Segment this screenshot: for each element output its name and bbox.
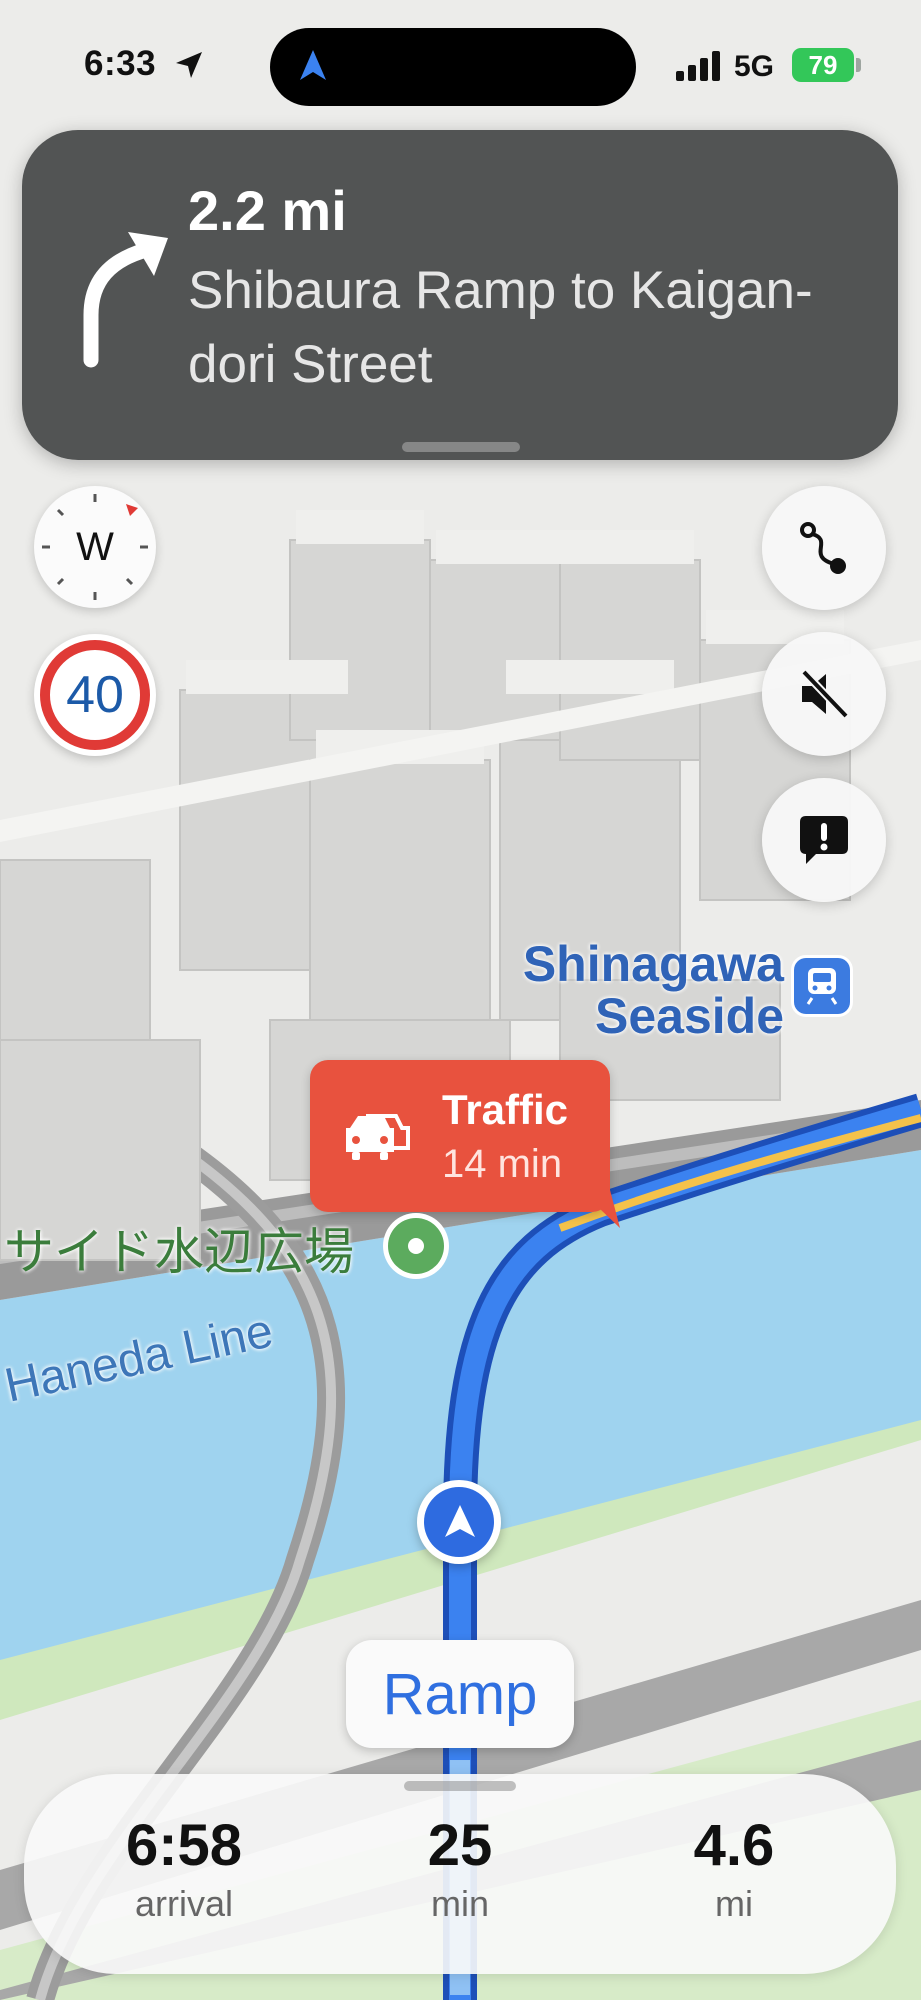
traffic-callout-pointer bbox=[580, 1190, 620, 1228]
navigation-arrow-icon bbox=[300, 50, 326, 80]
compass-heading: W bbox=[76, 524, 114, 569]
train-glyph-icon bbox=[806, 968, 838, 1005]
trip-summary-tray[interactable]: 6:58 arrival 25 min 4.6 mi bbox=[24, 1774, 896, 1974]
duration-value: 25 bbox=[427, 1813, 493, 1878]
next-road-badge: Ramp bbox=[346, 1640, 574, 1748]
arrival-time: 6:58 bbox=[125, 1813, 243, 1878]
maneuver-instruction: Shibaura Ramp to Kaigan-dori Street bbox=[188, 261, 813, 394]
battery-cap bbox=[856, 58, 861, 72]
duration-unit: min bbox=[430, 1883, 489, 1924]
train-station-icon[interactable] bbox=[794, 958, 850, 1014]
maneuver-banner[interactable]: 2.2 mi Shibaura Ramp to Kaigan-dori Stre… bbox=[22, 130, 898, 460]
cellular-signal-icon bbox=[676, 51, 720, 81]
duration-stat: 25 min bbox=[360, 1812, 560, 1925]
user-location-puck bbox=[417, 1480, 501, 1564]
tray-grabber[interactable] bbox=[404, 1781, 516, 1791]
location-arrow-icon bbox=[176, 52, 202, 78]
traffic-callout[interactable]: Traffic 14 min bbox=[310, 1060, 610, 1212]
route-icon bbox=[800, 522, 846, 574]
distance-value: 4.6 bbox=[693, 1813, 775, 1878]
heading-arrow-icon bbox=[445, 1505, 475, 1537]
arrival-label: arrival bbox=[134, 1883, 233, 1924]
speed-limit-value: 40 bbox=[66, 666, 124, 724]
compass-button[interactable]: W bbox=[34, 486, 156, 608]
network-type: 5G bbox=[734, 50, 775, 83]
turn-right-arrow-icon bbox=[83, 232, 168, 368]
station-label[interactable]: Shinagawa Seaside bbox=[500, 938, 784, 1042]
status-time: 6:33 bbox=[84, 44, 157, 83]
speaker-muted-icon bbox=[801, 669, 849, 719]
report-issue-icon bbox=[800, 816, 848, 864]
banner-grabber[interactable] bbox=[402, 442, 520, 452]
park-label[interactable]: サイド水辺広場 bbox=[4, 1212, 354, 1284]
speed-limit-ring: 40 bbox=[40, 640, 150, 750]
dynamic-island[interactable] bbox=[270, 28, 636, 106]
route-overview-button[interactable] bbox=[762, 486, 886, 610]
traffic-title: Traffic bbox=[442, 1086, 569, 1133]
distance-stat: 4.6 mi bbox=[634, 1812, 834, 1925]
status-bar: 6:33 5G 79 bbox=[0, 0, 921, 135]
traffic-delay: 14 min bbox=[442, 1142, 563, 1186]
maneuver-distance: 2.2 mi bbox=[188, 179, 347, 242]
mute-audio-button[interactable] bbox=[762, 632, 886, 756]
report-issue-button[interactable] bbox=[762, 778, 886, 902]
battery-indicator: 79 bbox=[792, 48, 854, 82]
speed-limit-sign: 40 bbox=[34, 634, 156, 756]
arrival-stat: 6:58 arrival bbox=[84, 1812, 284, 1925]
car-icon bbox=[346, 1114, 410, 1160]
battery-level: 79 bbox=[808, 49, 838, 80]
park-pin-icon[interactable] bbox=[388, 1218, 444, 1274]
distance-unit: mi bbox=[715, 1883, 753, 1924]
